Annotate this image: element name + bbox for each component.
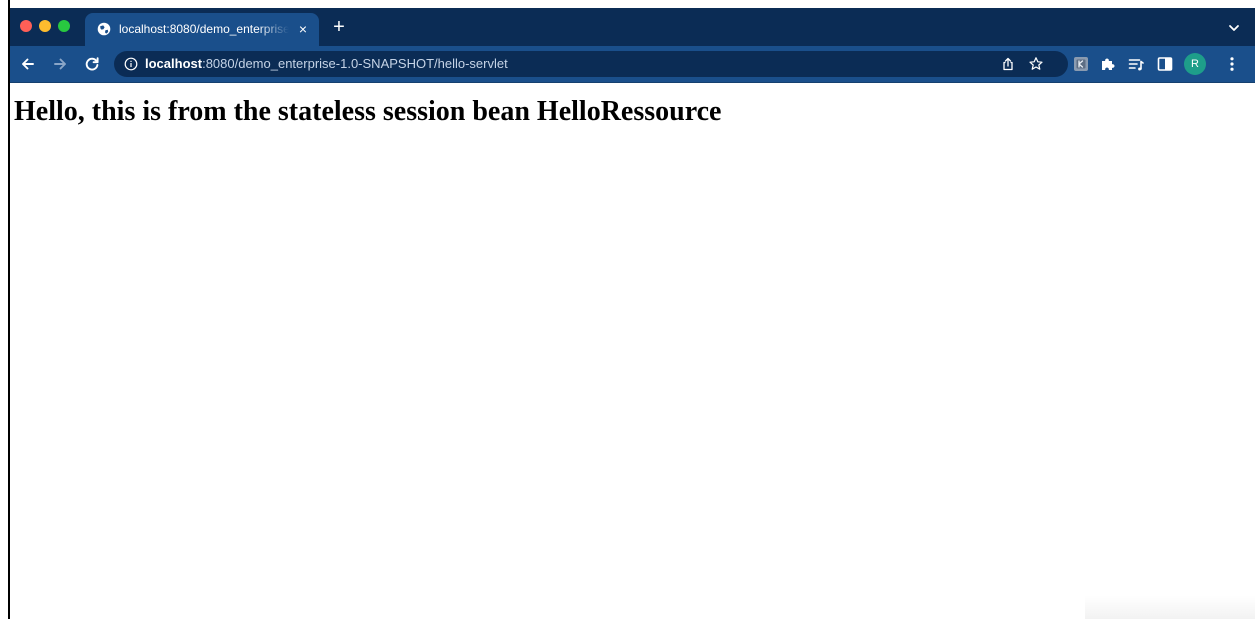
reading-list-icon[interactable] — [1127, 55, 1145, 73]
page-heading: Hello, this is from the stateless sessio… — [14, 96, 722, 127]
close-window-icon[interactable] — [20, 20, 32, 32]
url-host: localhost — [145, 56, 203, 71]
star-icon[interactable] — [1028, 56, 1044, 72]
page-viewport: Hello, this is from the stateless sessio… — [10, 83, 1255, 619]
url-path: :8080/demo_enterprise-1.0-SNAPSHOT/hello… — [202, 56, 508, 71]
corner-shadow — [1085, 595, 1255, 619]
address-bar[interactable]: localhost:8080/demo_enterprise-1.0-SNAPS… — [114, 51, 1068, 77]
kebab-menu-icon[interactable] — [1222, 54, 1242, 74]
globe-icon — [97, 22, 111, 36]
screenshot-frame: localhost:8080/demo_enterprise-1.0-SNAPS… — [0, 0, 1255, 619]
browser-window: localhost:8080/demo_enterprise-1.0-SNAPS… — [10, 8, 1255, 619]
chevron-down-icon[interactable] — [1224, 18, 1244, 38]
forward-arrow-icon[interactable] — [50, 54, 70, 74]
minimize-window-icon[interactable] — [39, 20, 51, 32]
browser-toolbar: localhost:8080/demo_enterprise-1.0-SNAPS… — [10, 46, 1255, 83]
tab-active[interactable]: localhost:8080/demo_enterprise-1.0-SNAPS… — [85, 13, 319, 46]
puzzle-icon[interactable] — [1099, 55, 1117, 73]
extension-icon[interactable] — [1072, 55, 1090, 73]
reload-icon[interactable] — [82, 54, 102, 74]
side-panel-icon[interactable] — [1156, 55, 1174, 73]
url-text[interactable]: localhost:8080/demo_enterprise-1.0-SNAPS… — [145, 56, 508, 72]
zoom-window-icon[interactable] — [58, 20, 70, 32]
tab-close-button[interactable]: × — [294, 20, 312, 38]
tab-title: localhost:8080/demo_enterprise-1.0-SNAPS… — [119, 22, 289, 36]
tab-strip: localhost:8080/demo_enterprise-1.0-SNAPS… — [10, 8, 1255, 46]
profile-avatar[interactable]: R — [1184, 53, 1206, 75]
share-icon[interactable] — [1000, 56, 1016, 72]
info-icon[interactable] — [124, 57, 138, 71]
back-arrow-icon[interactable] — [18, 54, 38, 74]
new-tab-button[interactable]: + — [328, 16, 350, 38]
